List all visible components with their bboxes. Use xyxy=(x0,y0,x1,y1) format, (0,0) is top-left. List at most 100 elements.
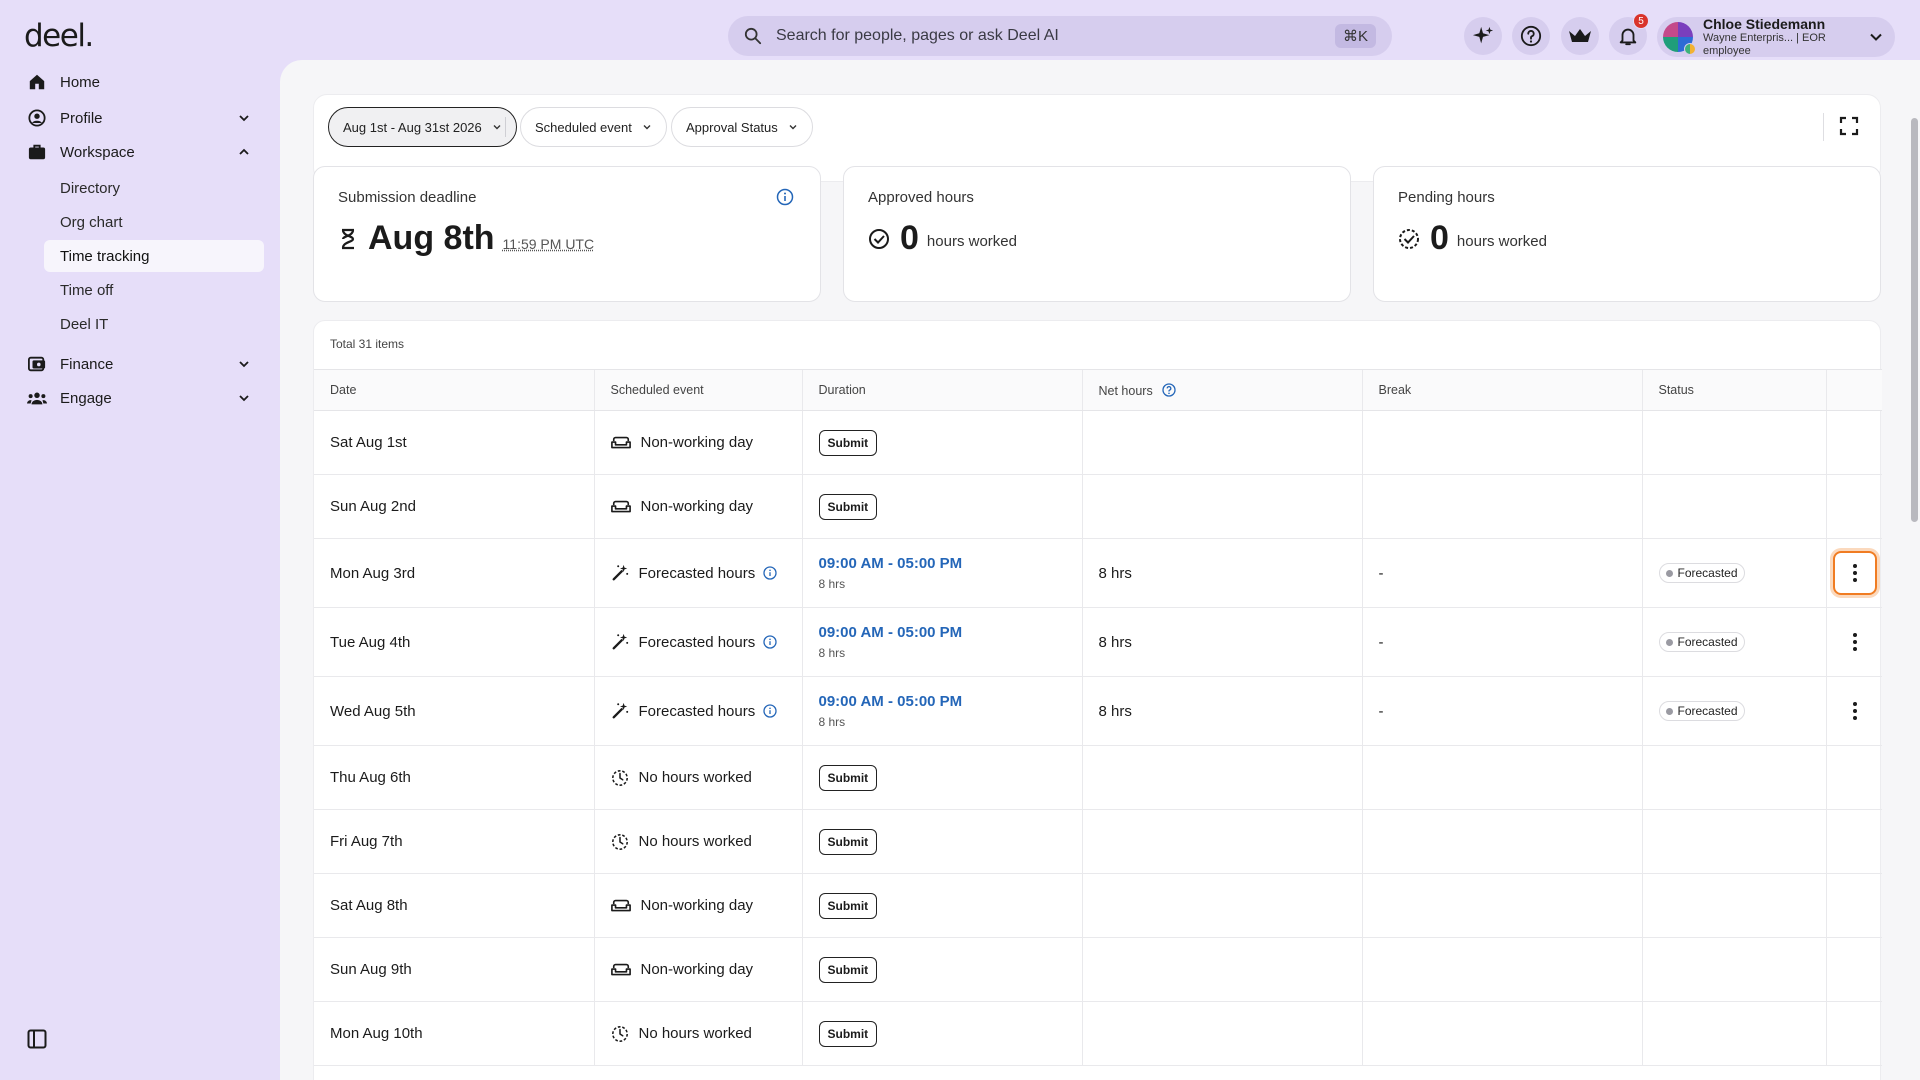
cell-status xyxy=(1641,937,1826,1002)
sidebar-item-finance[interactable]: Finance xyxy=(26,348,266,380)
cell-scheduled-event: No hours worked xyxy=(593,809,802,874)
column-header-scheduled-event[interactable]: Scheduled event xyxy=(593,369,802,411)
user-menu[interactable]: Chloe Stiedemann Wayne Enterpris... | EO… xyxy=(1657,16,1895,57)
sidebar-item-deel-it[interactable]: Deel IT xyxy=(44,308,264,340)
approved-hours-unit: hours worked xyxy=(926,233,1017,250)
briefcase-icon xyxy=(28,144,46,160)
sidebar-label-home: Home xyxy=(60,73,101,91)
info-icon[interactable] xyxy=(763,566,777,580)
scrollbar-thumb[interactable] xyxy=(1911,118,1918,522)
column-header-duration[interactable]: Duration xyxy=(801,369,1082,411)
sidebar-item-engage[interactable]: Engage xyxy=(26,382,266,414)
info-icon[interactable] xyxy=(763,704,777,718)
sidebar-item-time-off[interactable]: Time off xyxy=(44,274,264,306)
event-label: Non-working day xyxy=(640,498,754,515)
apps-button[interactable] xyxy=(1561,17,1599,55)
more-vertical-icon xyxy=(1852,563,1858,583)
table-row[interactable]: Thu Aug 6th No hours worked Submit xyxy=(314,745,1882,810)
table-row[interactable]: Sun Aug 2nd Non-working day Submit xyxy=(314,474,1882,539)
cell-scheduled-event: Non-working day xyxy=(593,937,802,1002)
cell-actions xyxy=(1825,474,1882,539)
pending-hours-title: Pending hours xyxy=(1398,189,1495,206)
scheduled-event-filter-label: Scheduled event xyxy=(535,119,632,135)
table-row[interactable]: Sun Aug 9th Non-working day Submit xyxy=(314,937,1882,1002)
cell-break xyxy=(1361,937,1642,1002)
column-header-actions xyxy=(1825,369,1882,411)
submit-button[interactable]: Submit xyxy=(818,956,878,983)
row-actions-button[interactable] xyxy=(1833,620,1877,664)
fullscreen-button[interactable] xyxy=(1838,115,1860,142)
cell-status xyxy=(1641,809,1826,874)
cell-break: - xyxy=(1361,676,1642,746)
status-dot-icon xyxy=(1665,638,1673,646)
sidebar-item-workspace[interactable]: Workspace xyxy=(26,136,266,168)
submit-button[interactable]: Submit xyxy=(818,892,878,919)
info-icon[interactable] xyxy=(763,635,777,649)
submit-button[interactable]: Submit xyxy=(818,764,878,791)
duration-range-link[interactable]: 09:00 AM - 05:00 PM xyxy=(819,555,1082,572)
page-scrollbar[interactable] xyxy=(1908,60,1920,1080)
deel-ai-button[interactable] xyxy=(1464,17,1502,55)
submission-deadline-date: Aug 8th xyxy=(368,219,495,257)
table-row[interactable]: Wed Aug 5th Forecasted hours 09:00 AM - 05… xyxy=(314,676,1882,746)
expand-divider xyxy=(1823,113,1824,141)
sidebar-item-time-tracking[interactable]: Time tracking xyxy=(44,240,264,272)
submit-button[interactable]: Submit xyxy=(818,828,878,855)
info-icon[interactable] xyxy=(776,188,794,206)
table-row[interactable]: Tue Aug 4th Forecasted hours 09:00 AM - 05… xyxy=(314,607,1882,677)
column-header-net-hours[interactable]: Net hours xyxy=(1081,369,1362,411)
duration-range-link[interactable]: 09:00 AM - 05:00 PM xyxy=(819,624,1082,641)
duration-range-link[interactable]: 09:00 AM - 05:00 PM xyxy=(819,693,1082,710)
table-row[interactable]: Fri Aug 7th No hours worked Submit xyxy=(314,809,1882,874)
cell-status xyxy=(1641,410,1826,475)
submit-button[interactable]: Submit xyxy=(818,429,878,456)
approval-status-filter[interactable]: Approval Status xyxy=(671,107,813,147)
notifications-button[interactable]: 5 xyxy=(1609,13,1649,55)
column-header-break[interactable]: Break xyxy=(1361,369,1642,411)
column-header-date[interactable]: Date xyxy=(314,369,594,411)
check-circle-icon xyxy=(869,228,889,249)
cell-scheduled-event: No hours worked xyxy=(593,1001,802,1066)
row-actions-button[interactable] xyxy=(1833,689,1877,733)
submission-deadline-card: Submission deadline Aug 8th 11:59 PM UTC xyxy=(313,166,821,302)
sidebar-item-profile[interactable]: Profile xyxy=(26,102,266,134)
event-label: Non-working day xyxy=(640,961,754,978)
deel-logo[interactable]: deel. xyxy=(24,18,94,54)
sparkle-icon xyxy=(1472,26,1494,44)
sofa-icon xyxy=(610,500,631,514)
status-label: Forecasted xyxy=(1677,704,1738,718)
date-range-filter[interactable]: Aug 1st - Aug 31st 2026 xyxy=(328,107,517,147)
sidebar-item-home[interactable]: Home xyxy=(26,66,266,98)
submit-button[interactable]: Submit xyxy=(818,493,878,520)
submit-button[interactable]: Submit xyxy=(818,1020,878,1047)
table-row[interactable]: Mon Aug 10th No hours worked Submit xyxy=(314,1001,1882,1066)
table-row[interactable]: Sat Aug 8th Non-working day Submit xyxy=(314,873,1882,938)
status-badge: Forecasted xyxy=(1658,563,1745,583)
cell-break xyxy=(1361,1001,1642,1066)
sidebar-item-org-chart[interactable]: Org chart xyxy=(44,206,264,238)
help-button[interactable] xyxy=(1512,17,1550,55)
status-dot-icon xyxy=(1665,569,1673,577)
global-search-input[interactable]: Search for people, pages or ask Deel AI … xyxy=(728,16,1392,56)
sidebar-item-directory[interactable]: Directory xyxy=(44,172,264,204)
help-circle-icon[interactable] xyxy=(1162,382,1176,397)
cell-duration: 09:00 AM - 05:00 PM 8 hrs xyxy=(801,607,1082,677)
cell-actions xyxy=(1825,937,1882,1002)
table-row[interactable]: Mon Aug 3rd Forecasted hours 09:00 AM - 05… xyxy=(314,538,1882,608)
sidebar-label-time-tracking: Time tracking xyxy=(60,247,150,265)
pending-hours-value: 0 xyxy=(1430,219,1449,257)
cell-break xyxy=(1361,873,1642,938)
row-actions-button[interactable] xyxy=(1832,551,1877,595)
sidebar-toggle-icon xyxy=(27,1029,47,1049)
sidebar-collapse-button[interactable] xyxy=(27,1029,47,1054)
table-row[interactable]: Sat Aug 1st Non-working day Submit xyxy=(314,410,1882,475)
home-icon xyxy=(29,74,45,90)
status-badge: Forecasted xyxy=(1658,632,1745,652)
status-badge: Forecasted xyxy=(1658,701,1745,721)
column-header-status[interactable]: Status xyxy=(1641,369,1826,411)
cell-actions xyxy=(1825,809,1882,874)
total-items-label: Total 31 items xyxy=(330,337,405,351)
search-placeholder: Search for people, pages or ask Deel AI xyxy=(776,27,1059,44)
scheduled-event-filter[interactable]: Scheduled event xyxy=(520,107,667,147)
cell-net-hours xyxy=(1081,474,1362,539)
